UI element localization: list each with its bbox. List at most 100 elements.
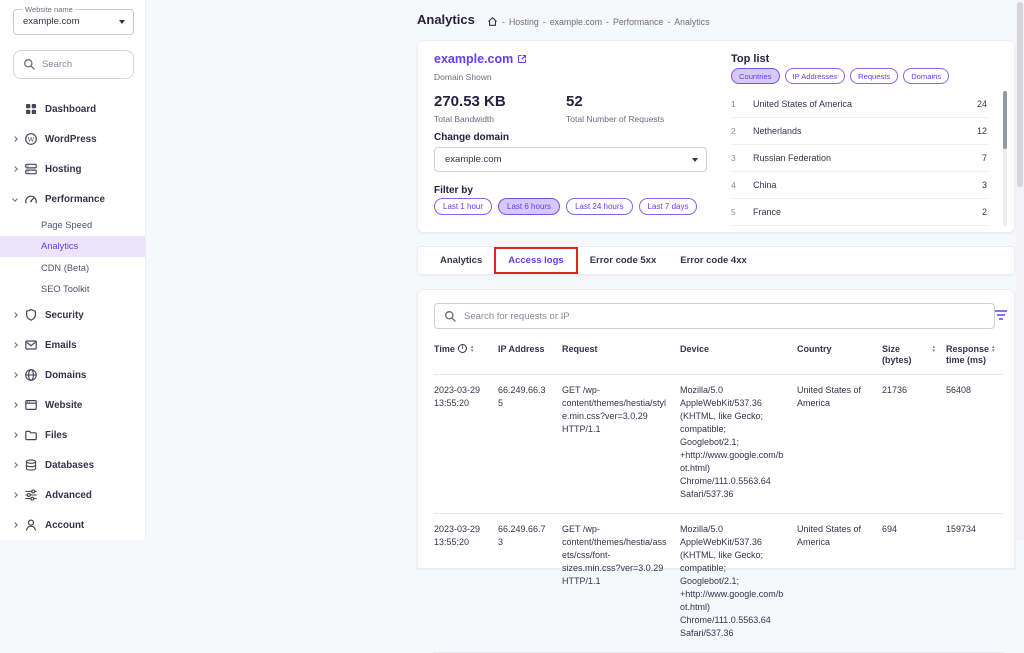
col-ip-address: IP Address [498,336,562,375]
performance-icon [24,192,38,206]
external-link-icon[interactable] [517,54,527,64]
top-list-requests[interactable]: Requests [850,68,898,84]
database-icon [24,458,38,472]
scrollbar-thumb[interactable] [1003,91,1007,149]
filter-last-7-days[interactable]: Last 7 days [639,198,698,215]
bandwidth-value: 270.53 KB [434,93,506,110]
chevron-right-icon [12,372,18,378]
top-list-scrollbar[interactable] [1003,91,1007,226]
tab-error-5xx[interactable]: Error code 5xx [578,247,669,274]
top-list-category-group: Countries IP Addresses Requests Domains [731,68,949,84]
top-list: 1 United States of America 24 2 Netherla… [731,91,989,226]
tab-access-logs[interactable]: Access logs [494,247,577,274]
sidebar-item-dashboard[interactable]: Dashboard [0,94,145,124]
sidebar-item-domains[interactable]: Domains [0,360,145,390]
cell-request: GET /wp-content/themes/hestia/assets/css… [562,514,680,653]
top-list-countries[interactable]: Countries [731,68,780,84]
sidebar-search[interactable] [13,50,134,79]
col-response-time[interactable]: Response time (ms) [946,336,1004,375]
cell-time: 2023-03-29 13:55:20 [434,514,498,653]
cell-country: United States of America [797,375,882,514]
scrollbar-thumb[interactable] [1017,2,1023,187]
sidebar-item-account[interactable]: Account [0,510,145,540]
dashboard-icon [24,102,38,116]
chevron-down-icon [12,196,18,202]
sidebar: Website name example.com Dashboard W Wor… [0,0,146,540]
chevron-down-icon [692,158,698,162]
top-list-row: 5 France 2 [731,199,989,226]
change-domain-select[interactable]: example.com [434,147,707,172]
stat-requests: 52 Total Number of Requests [566,93,664,124]
sidebar-item-hosting[interactable]: Hosting [0,154,145,184]
cell-size: 694 [882,514,946,653]
tab-error-4xx[interactable]: Error code 4xx [668,247,759,274]
sidebar-item-files[interactable]: Files [0,420,145,450]
sidebar-item-website[interactable]: Website [0,390,145,420]
cell-size: 21736 [882,375,946,514]
overview-card: example.com Domain Shown 270.53 KB Total… [417,40,1015,233]
sort-icon[interactable] [991,345,996,354]
top-list-ip-addresses[interactable]: IP Addresses [785,68,846,84]
top-list-row: 3 Russian Federation 7 [731,145,989,172]
top-list-row: 1 United States of America 24 [731,91,989,118]
browser-icon [24,398,38,412]
page-title: Analytics [417,12,475,27]
cell-country: United States of America [797,514,882,653]
filter-last-1-hour[interactable]: Last 1 hour [434,198,492,215]
filter-last-6-hours[interactable]: Last 6 hours [498,198,560,215]
sidebar-item-page-speed[interactable]: Page Speed [0,214,145,236]
filter-icon[interactable] [994,309,1008,321]
sidebar-item-performance[interactable]: Performance [0,184,145,214]
sidebar-item-emails[interactable]: Emails [0,330,145,360]
chevron-right-icon [12,462,18,468]
tab-analytics[interactable]: Analytics [428,247,494,274]
requests-label: Total Number of Requests [566,114,664,124]
filter-by-label: Filter by [434,185,473,196]
website-selector-label: Website name [22,5,76,14]
person-icon [24,518,38,532]
sidebar-item-advanced[interactable]: Advanced [0,480,145,510]
info-icon[interactable] [458,344,467,353]
top-list-domains[interactable]: Domains [903,68,949,84]
chevron-right-icon [12,402,18,408]
col-time[interactable]: Time [434,336,498,375]
envelope-icon [24,338,38,352]
search-icon [444,310,457,323]
sidebar-item-databases[interactable]: Databases [0,450,145,480]
website-selector[interactable]: Website name example.com [13,9,134,35]
shield-icon [24,308,38,322]
domain-title: example.com [434,52,527,66]
page-scrollbar[interactable] [1016,0,1024,540]
chevron-right-icon [12,432,18,438]
filter-last-24-hours[interactable]: Last 24 hours [566,198,632,215]
sort-icon[interactable] [470,345,475,354]
requests-value: 52 [566,93,664,110]
cell-ip: 66.249.66.73 [498,514,562,653]
sidebar-item-wordpress[interactable]: W WordPress [0,124,145,154]
analytics-tabs: Analytics Access logs Error code 5xx Err… [417,246,1015,275]
wordpress-icon: W [24,132,38,146]
search-input[interactable] [42,59,120,70]
logs-search-input[interactable] [464,311,994,322]
breadcrumb-hosting[interactable]: Hosting [509,17,539,27]
logs-table: Time IP Address Request Device Country S… [434,336,1004,653]
home-icon[interactable] [487,16,498,27]
sidebar-item-security[interactable]: Security [0,300,145,330]
search-icon [23,58,36,71]
logs-search[interactable] [434,303,995,329]
cell-ip: 66.249.66.35 [498,375,562,514]
change-domain-label: Change domain [434,132,509,143]
col-device: Device [680,336,797,375]
breadcrumb-performance[interactable]: Performance [613,17,663,27]
cell-request: GET /wp-content/themes/hestia/style.min.… [562,375,680,514]
sidebar-item-analytics[interactable]: Analytics [0,236,145,258]
col-size[interactable]: Size (bytes) [882,336,946,375]
top-list-row: 4 China 3 [731,172,989,199]
cell-response-time: 56408 [946,375,1004,514]
breadcrumb-domain[interactable]: example.com [550,17,602,27]
chevron-right-icon [12,342,18,348]
top-list-row: 2 Netherlands 12 [731,118,989,145]
sidebar-item-cdn-beta[interactable]: CDN (Beta) [0,257,145,279]
sidebar-item-seo-toolkit[interactable]: SEO Toolkit [0,279,145,301]
sort-icon[interactable] [931,345,936,354]
